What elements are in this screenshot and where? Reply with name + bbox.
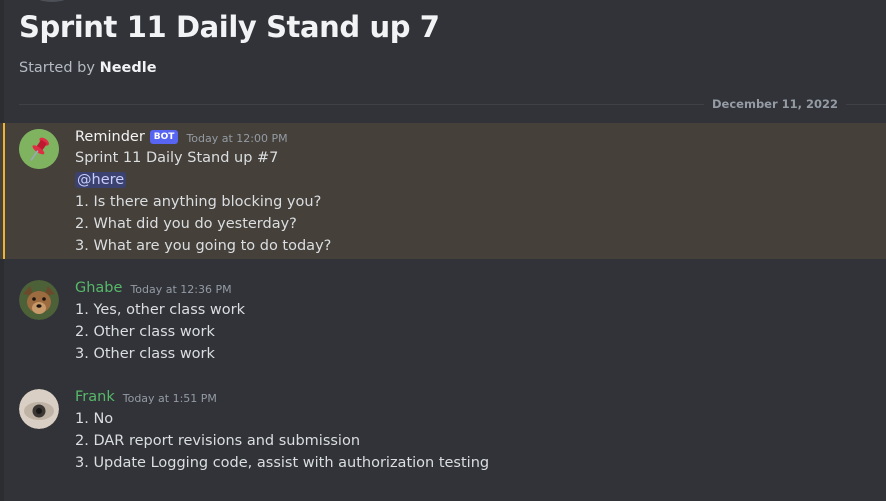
thread-icon	[30, 0, 74, 2]
message-line: 2. What did you do yesterday?	[75, 216, 297, 232]
here-mention[interactable]: @here	[75, 172, 127, 188]
starter-username[interactable]: Needle	[100, 60, 157, 76]
message-line: Sprint 11 Daily Stand up #7	[75, 150, 279, 166]
message-header: Ghabe Today at 12:36 PM	[75, 277, 232, 299]
mention-line: @here	[75, 169, 127, 191]
username[interactable]: Frank	[75, 389, 115, 405]
bot-tag: BOT	[149, 130, 179, 144]
dog-avatar-icon	[19, 280, 59, 320]
message-line: 2. DAR report revisions and submission	[75, 433, 361, 449]
pushpin-icon	[19, 129, 59, 169]
started-by-label: Started by	[19, 60, 95, 76]
message-ghabe[interactable]: Ghabe Today at 12:36 PM 1. Yes, other cl…	[0, 276, 886, 368]
timestamp[interactable]: Today at 12:00 PM	[186, 132, 287, 145]
message-line: 1. Yes, other class work	[75, 302, 245, 318]
avatar[interactable]	[19, 129, 59, 169]
avatar[interactable]	[19, 280, 59, 320]
username[interactable]: Reminder	[75, 129, 145, 145]
timestamp[interactable]: Today at 1:51 PM	[123, 392, 217, 405]
message-frank[interactable]: Frank Today at 1:51 PM 1. No 2. DAR repo…	[0, 385, 886, 477]
message-reminder[interactable]: Reminder BOT Today at 12:00 PM Sprint 11…	[0, 123, 886, 259]
message-line: 2. Other class work	[75, 324, 215, 340]
timestamp[interactable]: Today at 12:36 PM	[130, 283, 231, 296]
message-line: 3. Other class work	[75, 346, 215, 362]
thread-title: Sprint 11 Daily Stand up 7	[19, 10, 440, 44]
message-header: Frank Today at 1:51 PM	[75, 386, 217, 408]
thread-starter: Started by Needle	[19, 60, 157, 76]
message-line: 3. What are you going to do today?	[75, 238, 332, 254]
date-divider-label: December 11, 2022	[704, 97, 847, 111]
message-header: Reminder BOT Today at 12:00 PM	[75, 126, 288, 148]
message-line: 3. Update Logging code, assist with auth…	[75, 455, 490, 471]
avatar[interactable]	[19, 389, 59, 429]
message-line: 1. No	[75, 411, 114, 427]
thread-view: Sprint 11 Daily Stand up 7 Started by Ne…	[0, 0, 886, 501]
eye-avatar-icon	[19, 389, 59, 429]
username[interactable]: Ghabe	[75, 280, 122, 296]
message-line: 1. Is there anything blocking you?	[75, 194, 322, 210]
